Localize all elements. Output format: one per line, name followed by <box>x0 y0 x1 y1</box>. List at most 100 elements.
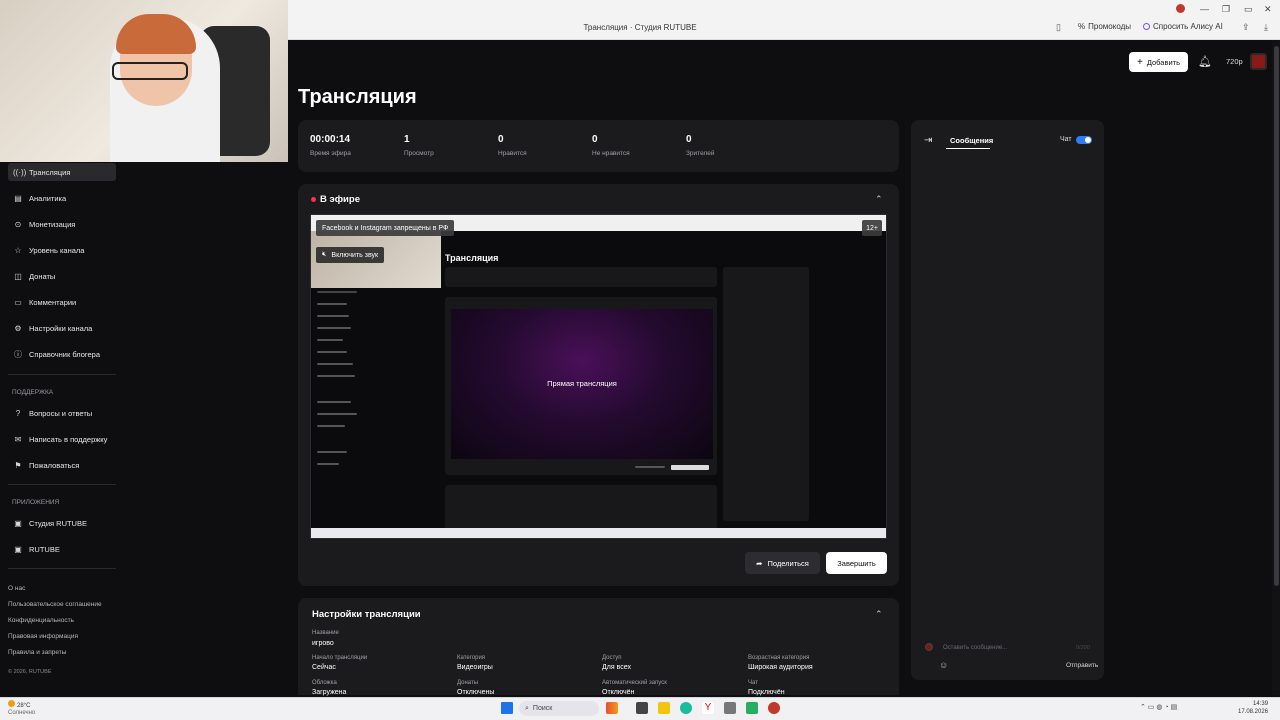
age-badge: 12+ <box>862 220 882 236</box>
info-icon: ⓘ <box>14 349 22 359</box>
task-view-icon[interactable] <box>636 702 648 714</box>
studio-icon: ▣ <box>14 518 22 528</box>
send-button[interactable]: Отправить <box>1066 662 1098 669</box>
sidebar-item-analytics[interactable]: ▤ Аналитика <box>8 189 116 207</box>
app-icon[interactable] <box>606 702 618 714</box>
field-value: Отключён <box>602 689 635 696</box>
sidebar-item-studio[interactable]: ▣ Студия RUTUBE <box>8 514 116 532</box>
field-value: Для всех <box>602 664 631 671</box>
stat-likes: 0 Нравится <box>498 134 527 157</box>
sidebar-item-channel-settings[interactable]: ⚙ Настройки канала <box>8 319 116 337</box>
end-stream-button[interactable]: Завершить <box>826 552 887 574</box>
taskbar-search[interactable]: ⌕ Поиск <box>519 701 599 716</box>
maximize-icon[interactable]: ▭ <box>1244 4 1253 15</box>
minimize-icon[interactable]: — <box>1200 4 1209 14</box>
footer-link-agreement[interactable]: Пользовательское соглашение <box>8 601 102 608</box>
field-value: Сейчас <box>312 664 336 671</box>
weather-icon <box>8 700 15 707</box>
weather-widget[interactable]: 28°C Солнечно <box>8 700 35 717</box>
start-icon[interactable] <box>501 702 513 714</box>
tab-messages[interactable]: Сообщения <box>950 136 993 145</box>
footer-link-privacy[interactable]: Конфиденциальность <box>8 617 74 624</box>
field-label: Донаты <box>457 680 479 686</box>
page-title: Трансляция <box>298 86 417 108</box>
download-icon[interactable]: ⤓ <box>1264 22 1268 33</box>
stat-dislikes: 0 Не нравится <box>592 134 630 157</box>
folder-icon[interactable] <box>658 702 670 714</box>
close-icon[interactable]: ✕ <box>1264 4 1272 15</box>
sidebar-item-broadcast[interactable]: ((·)) Трансляция <box>8 163 116 181</box>
bookmark-icon[interactable]: ▯ <box>1056 22 1061 33</box>
sidebar-item-write-support[interactable]: ✉ Написать в поддержку <box>8 430 116 448</box>
sidebar-item-comments[interactable]: ▭ Комментарии <box>8 293 116 311</box>
field-label: Категория <box>457 655 486 661</box>
scrollbar-thumb[interactable] <box>1274 46 1279 586</box>
sidebar-item-faq[interactable]: ? Вопросы и ответы <box>8 404 116 422</box>
sidebar-item-blogger-guide[interactable]: ⓘ Справочник блогера <box>8 345 116 363</box>
chat-toggle[interactable] <box>1076 136 1092 144</box>
chat-panel <box>911 120 1104 680</box>
edge-icon[interactable] <box>680 702 692 714</box>
add-button[interactable]: + Добавить <box>1129 52 1188 72</box>
stat-viewers: 0 Зрителей <box>686 134 715 157</box>
divider <box>8 484 116 485</box>
help-icon: ? <box>15 408 21 418</box>
restore-icon[interactable]: ❐ <box>1222 4 1230 15</box>
tray-icons[interactable]: ⌃ ▭ ◍ ◔ ▤ <box>1140 703 1177 711</box>
share-button[interactable]: ➦ Поделиться <box>745 552 820 574</box>
unmute-button[interactable]: 🔇︎ Включить звук <box>316 247 385 263</box>
footer-link-legal[interactable]: Правовая информация <box>8 633 78 640</box>
field-label: Обложка <box>312 680 337 686</box>
settings-app-icon[interactable] <box>724 702 736 714</box>
bell-icon[interactable]: 🔔︎ <box>1198 55 1212 68</box>
preview-video: Прямая трансляция <box>451 309 713 459</box>
sidebar-item-channel-level[interactable]: ☆ Уровень канала <box>8 241 116 259</box>
sidebar-item-rutube[interactable]: ▣ RUTUBE <box>8 540 116 558</box>
donate-icon: ◫ <box>14 271 22 281</box>
field-value: Подключён <box>748 689 785 696</box>
preview-page-title: Трансляция <box>445 253 499 263</box>
sidebar-item-monetization[interactable]: ⊙ Монетизация <box>8 215 116 233</box>
stream-preview[interactable]: Facebook и Instagram запрещены в РФ 12+ … <box>310 214 887 539</box>
taskbar-clock[interactable]: 14:39 17.08.2026 <box>1238 700 1268 716</box>
comment-icon: ▭ <box>14 297 22 307</box>
user-avatar <box>925 643 933 651</box>
live-title: В эфире <box>311 194 360 205</box>
star-icon: ☆ <box>14 245 22 255</box>
field-value: Видеоигры <box>457 664 493 671</box>
profile-icon[interactable] <box>1176 4 1185 15</box>
field-label: Автоматический запуск <box>602 680 667 686</box>
plus-icon: + <box>1137 56 1143 68</box>
quality-badge[interactable]: 720p <box>1226 57 1243 66</box>
chat-toggle-label: Чат <box>1060 136 1072 143</box>
settings-title: Настройки трансляции <box>312 609 421 620</box>
support-section-label: ПОДДЕРЖКА <box>12 389 54 396</box>
speaker-muted-icon: 🔇︎ <box>322 251 327 258</box>
flag-icon: ⚑ <box>14 460 22 470</box>
stat-views: 1 Просмотр <box>404 134 434 157</box>
obs-icon[interactable] <box>768 702 780 714</box>
copyright: © 2026, RUTUBE <box>8 669 52 675</box>
avatar[interactable] <box>1250 53 1267 70</box>
promo-chip[interactable]: % Промокоды <box>1078 22 1131 31</box>
collapse-chat-icon[interactable]: ⇥ <box>924 135 932 146</box>
share-tab-icon[interactable]: ⇪ <box>1242 22 1250 33</box>
chevron-up-icon[interactable]: ⌃ <box>875 194 883 205</box>
sidebar-item-report[interactable]: ⚑ Пожаловаться <box>8 456 116 474</box>
name-value: игрово <box>312 640 334 647</box>
app-icon[interactable] <box>746 702 758 714</box>
chat-message-input[interactable]: Оставить сообщение... <box>943 645 1007 651</box>
field-label: Чат <box>748 680 758 686</box>
field-label: Доступ <box>602 655 622 661</box>
emoji-icon[interactable]: ☺ <box>939 660 948 670</box>
footer-link-rules[interactable]: Правила и запреты <box>8 649 66 656</box>
share-icon: ➦ <box>756 558 763 568</box>
sidebar-item-donates[interactable]: ◫ Донаты <box>8 267 116 285</box>
search-icon: ⌕ <box>525 704 529 712</box>
chevron-up-icon[interactable]: ⌃ <box>875 609 883 620</box>
stat-airtime: 00:00:14 Время эфира <box>310 134 351 157</box>
alice-chip[interactable]: Спросить Алису AI <box>1143 22 1223 31</box>
footer-link-about[interactable]: О нас <box>8 585 25 592</box>
yandex-browser-icon[interactable]: Y <box>702 702 714 714</box>
monetization-icon: ⊙ <box>14 219 22 229</box>
